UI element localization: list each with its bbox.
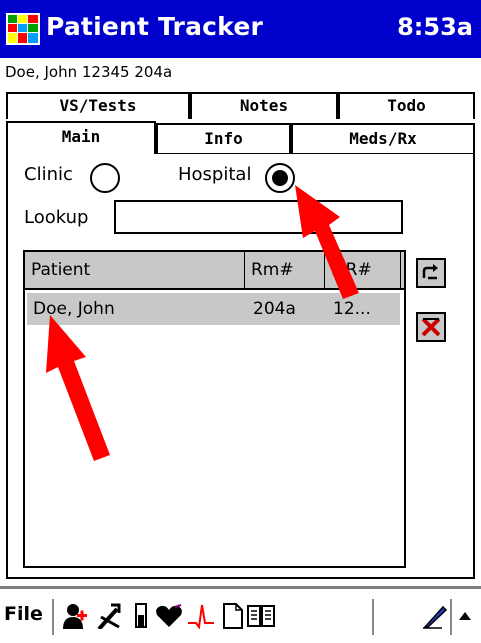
tab-meds-rx[interactable]: Meds/Rx bbox=[291, 123, 475, 153]
radio-selected-dot bbox=[272, 170, 288, 186]
book-icon[interactable] bbox=[246, 601, 276, 631]
title-bar: Patient Tracker 8:53a bbox=[0, 0, 481, 58]
tab-notes[interactable]: Notes bbox=[190, 92, 338, 119]
tab-info[interactable]: Info bbox=[156, 123, 291, 153]
tab-main[interactable]: Main bbox=[6, 121, 156, 154]
procedure-icon[interactable] bbox=[94, 601, 124, 631]
app-title: Patient Tracker bbox=[46, 12, 264, 41]
clinic-label: Clinic bbox=[24, 164, 73, 185]
file-menu[interactable]: File bbox=[4, 603, 43, 625]
delete-button[interactable] bbox=[416, 312, 446, 342]
pen-icon[interactable] bbox=[420, 601, 450, 631]
add-patient-icon[interactable] bbox=[60, 601, 90, 631]
delete-icon bbox=[421, 317, 441, 337]
toolbar-divider bbox=[372, 599, 374, 635]
refresh-icon bbox=[422, 264, 438, 280]
current-patient-line: Doe, John 12345 204a bbox=[5, 63, 173, 81]
clock[interactable]: 8:53a bbox=[397, 13, 473, 41]
clinic-radio[interactable] bbox=[90, 163, 120, 193]
toolbar-divider bbox=[52, 599, 54, 635]
annotation-arrow-hospital bbox=[295, 185, 359, 299]
document-icon[interactable] bbox=[218, 601, 248, 631]
test-tube-icon[interactable] bbox=[126, 601, 156, 631]
column-header-patient[interactable]: Patient bbox=[25, 252, 245, 288]
heart-icon[interactable] bbox=[154, 601, 184, 631]
grid-app-icon[interactable] bbox=[6, 13, 40, 45]
annotation-arrow-patient bbox=[46, 315, 110, 461]
toolbar-divider bbox=[450, 599, 452, 635]
tab-todo[interactable]: Todo bbox=[338, 92, 475, 119]
lookup-label: Lookup bbox=[24, 207, 89, 228]
command-bar: File bbox=[0, 586, 481, 643]
up-arrow-icon[interactable] bbox=[453, 601, 477, 631]
ekg-icon[interactable] bbox=[186, 601, 216, 631]
refresh-button[interactable] bbox=[416, 258, 446, 288]
hospital-label: Hospital bbox=[178, 164, 252, 185]
tab-vs-tests[interactable]: VS/Tests bbox=[6, 92, 190, 119]
